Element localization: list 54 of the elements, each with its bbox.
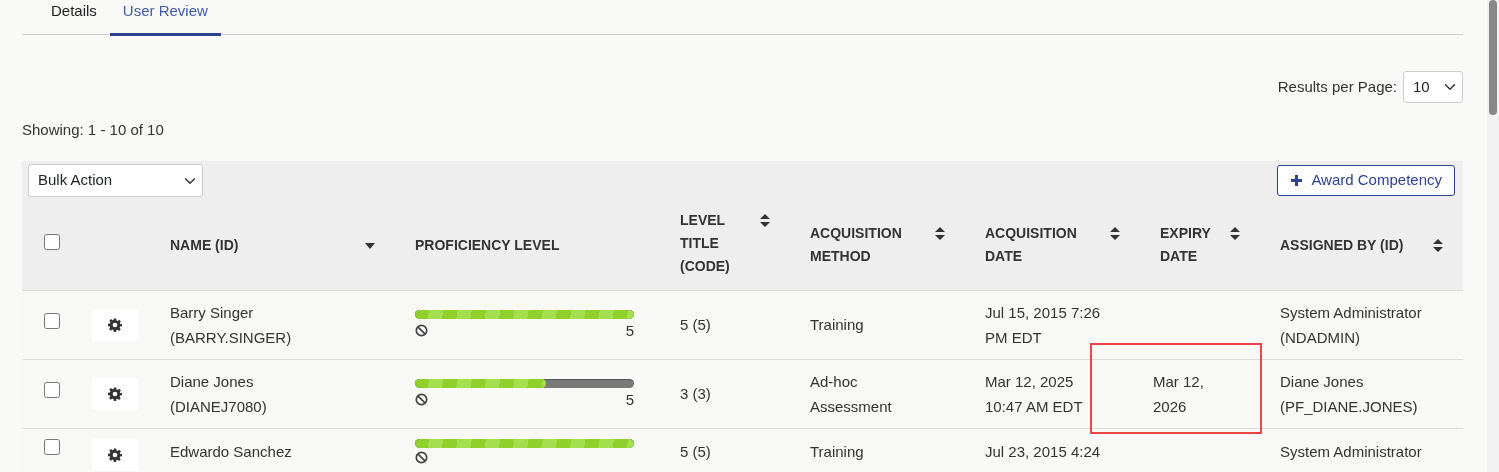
level-title: 3 (3) bbox=[680, 385, 711, 402]
max-level: 5 bbox=[625, 390, 634, 409]
column-header[interactable]: PROFICIENCY LEVEL bbox=[415, 233, 560, 257]
user-name: Barry Singer (BARRY.SINGER) bbox=[170, 302, 293, 348]
sort-icon[interactable] bbox=[935, 227, 945, 240]
results-per-page-label: Results per Page: bbox=[1277, 76, 1397, 97]
settings-button[interactable] bbox=[92, 377, 138, 410]
scrollbar[interactable] bbox=[1487, 0, 1499, 472]
award-competency-button[interactable]: Award Competency bbox=[1277, 165, 1455, 196]
ban-icon bbox=[415, 324, 428, 337]
acquisition-method: Training bbox=[810, 441, 865, 462]
sort-icon[interactable] bbox=[1230, 227, 1240, 240]
row-checkbox[interactable] bbox=[44, 313, 60, 330]
assigned-by: System Administrator (NDADMIN) bbox=[1280, 302, 1423, 348]
column-header[interactable]: EXPIRY DATE bbox=[1160, 222, 1220, 268]
row-checkbox[interactable] bbox=[44, 382, 60, 399]
settings-button[interactable] bbox=[92, 438, 138, 471]
acquisition-date: Jul 23, 2015 4:24 bbox=[985, 441, 1102, 462]
acquisition-method: Ad-hoc Assessment bbox=[810, 371, 893, 417]
tab[interactable]: User Review bbox=[109, 0, 221, 36]
column-header[interactable]: ASSIGNED BY (ID) bbox=[1280, 233, 1404, 257]
gear-icon bbox=[108, 386, 122, 401]
user-name: Diane Jones (DIANEJ7080) bbox=[170, 371, 268, 417]
column-header[interactable]: LEVEL TITLE (CODE) bbox=[680, 208, 740, 278]
column-header[interactable]: ACQUISITION DATE bbox=[985, 222, 1095, 268]
level-title: 5 (5) bbox=[680, 442, 711, 460]
assigned-by: Diane Jones (PF_DIANE.JONES) bbox=[1280, 371, 1419, 417]
acquisition-method: Training bbox=[810, 315, 865, 335]
column-header[interactable]: NAME (ID) bbox=[170, 233, 239, 257]
bulk-action-select[interactable]: Bulk Action bbox=[28, 164, 203, 197]
acquisition-date: Mar 12, 2025 10:47 AM EDT bbox=[985, 371, 1084, 417]
assigned-by: System Administrator bbox=[1280, 441, 1423, 462]
plus-icon bbox=[1290, 174, 1304, 187]
results-per-page-select[interactable]: 10 bbox=[1403, 70, 1463, 103]
sort-icon[interactable] bbox=[1433, 238, 1443, 252]
ban-icon bbox=[415, 450, 428, 464]
tab[interactable]: Details bbox=[38, 0, 110, 36]
settings-button[interactable] bbox=[92, 308, 138, 341]
column-header[interactable]: ACQUISITION METHOD bbox=[810, 222, 920, 268]
sort-icon[interactable] bbox=[760, 213, 770, 227]
gear-icon bbox=[108, 447, 122, 462]
sort-icon[interactable] bbox=[1110, 227, 1120, 240]
select-all-checkbox[interactable] bbox=[44, 233, 60, 250]
max-level: 5 bbox=[625, 321, 634, 340]
expiry-date: Mar 12, 2026 bbox=[1153, 371, 1205, 417]
sort-down-icon[interactable] bbox=[365, 242, 375, 249]
row-checkbox[interactable] bbox=[44, 438, 60, 455]
ban-icon bbox=[415, 393, 428, 406]
acquisition-date: Jul 15, 2015 7:26 PM EDT bbox=[985, 302, 1102, 348]
user-name: Edwardo Sanchez bbox=[170, 441, 293, 462]
scrollbar-thumb[interactable] bbox=[1489, 0, 1497, 115]
gear-icon bbox=[108, 317, 122, 332]
results-count: Showing: 1 - 10 of 10 bbox=[22, 120, 165, 140]
level-title: 5 (5) bbox=[680, 316, 711, 333]
